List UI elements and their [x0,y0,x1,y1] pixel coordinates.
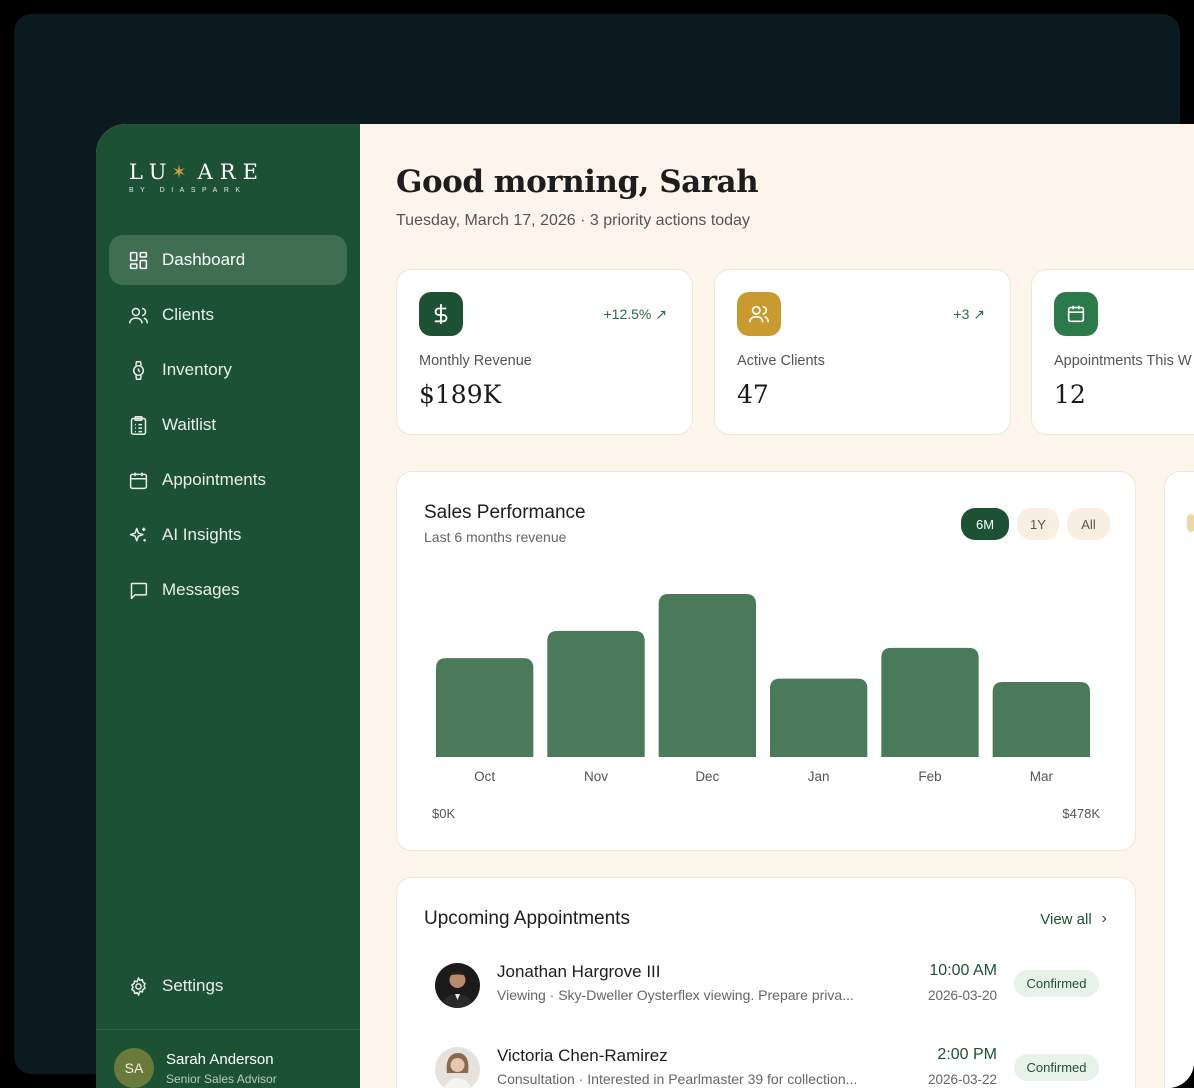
app-window: LU ✶ ARE BY DIASPARK Dashboard Clients I… [96,124,1194,1088]
client-avatar [435,1047,480,1088]
y-min-label: $0K [432,806,455,821]
appointment-description: Viewing · Sky-Dweller Oysterflex viewing… [497,987,854,1003]
stat-value: 12 [1054,380,1086,409]
sidebar-item-label: Settings [162,976,224,995]
page-subtitle: Tuesday, March 17, 2026 · 3 priority act… [396,212,750,229]
calendar-icon [1054,292,1098,336]
chart-bar-mar[interactable] [992,681,1090,757]
sidebar-item-clients[interactable]: Clients [109,290,347,340]
sidebar-item-waitlist[interactable]: Waitlist [109,400,347,450]
appointment-time: 10:00 AM [929,962,997,979]
stat-label: Appointments This W [1054,353,1192,369]
sidebar-item-dashboard[interactable]: Dashboard [109,235,347,285]
sidebar-item-messages[interactable]: Messages [109,565,347,615]
y-max-label: $478K [1062,806,1100,821]
page-title: Good morning, Sarah [396,164,759,200]
dollar-icon [419,292,463,336]
logo-subtitle: BY DIASPARK [129,187,247,194]
upcoming-appointments-card: Upcoming Appointments View all › Jonatha… [396,877,1136,1088]
sidebar-item-label: AI Insights [162,525,242,544]
appointment-date: 2026-03-20 [927,988,997,1003]
stat-trend: +12.5% ↗ [603,306,668,322]
sidebar-nav: Dashboard Clients Inventory Waitlist App… [109,235,347,620]
sidebar-item-label: Waitlist [162,415,217,434]
sparkles-icon [127,524,149,546]
status-badge: Confirmed [1014,1054,1099,1081]
stat-value: $189K [419,380,502,409]
status-badge: Confirmed [1014,970,1099,997]
card-title: Upcoming Appointments [424,908,630,929]
sidebar-item-label: Dashboard [162,250,246,269]
chart-bar-oct[interactable] [436,658,534,757]
view-all-link[interactable]: View all › [1040,910,1107,928]
x-tick-label: Nov [584,769,608,784]
main-content: Good morning, Sarah Tuesday, March 17, 2… [360,124,1194,1088]
sidebar-item-settings[interactable]: Settings [109,961,347,1011]
stat-label: Monthly Revenue [419,353,532,369]
chart-bar-jan[interactable] [770,678,868,757]
sidebar: LU ✶ ARE BY DIASPARK Dashboard Clients I… [96,124,360,1088]
x-tick-label: Feb [918,769,941,784]
sidebar-item-ai-insights[interactable]: AI Insights [109,510,347,560]
stat-card-revenue[interactable]: +12.5% ↗ Monthly Revenue $189K [396,269,693,435]
brand-logo: LU ✶ ARE BY DIASPARK [129,160,265,194]
device-frame: LU ✶ ARE BY DIASPARK Dashboard Clients I… [0,0,1194,1088]
side-panel-accent [1187,514,1194,532]
stat-label: Active Clients [737,353,825,369]
calendar-icon [127,469,149,491]
appointment-date: 2026-03-22 [927,1072,997,1087]
sidebar-item-label: Inventory [162,360,232,379]
sidebar-item-label: Clients [162,305,214,324]
avatar: SA [114,1048,154,1088]
sidebar-item-appointments[interactable]: Appointments [109,455,347,505]
stat-trend: +3 ↗ [953,306,985,322]
appointment-row[interactable]: Jonathan Hargrove III Viewing · Sky-Dwel… [435,960,1099,1010]
appointment-time: 2:00 PM [937,1046,997,1063]
sidebar-item-inventory[interactable]: Inventory [109,345,347,395]
users-icon [737,292,781,336]
sales-performance-card: Sales Performance Last 6 months revenue … [396,471,1136,851]
logo-star-icon: ✶ [171,161,194,183]
logo-text-right: ARE [197,160,265,184]
client-avatar [435,963,480,1008]
chart-bar-dec[interactable] [658,594,756,757]
user-profile[interactable]: SA Sarah Anderson Senior Sales Advisor [114,1048,277,1088]
x-tick-label: Oct [474,769,495,784]
appointment-row[interactable]: Victoria Chen-Ramirez Consultation · Int… [435,1044,1099,1088]
dashboard-icon [127,249,149,271]
x-tick-label: Jan [808,769,830,784]
sidebar-item-label: Messages [162,580,240,599]
sidebar-divider [96,1029,360,1030]
logo-text-left: LU [129,160,174,184]
chevron-right-icon: › [1101,910,1107,927]
user-role: Senior Sales Advisor [166,1071,277,1086]
sidebar-settings: Settings [109,961,347,1016]
sales-bar-chart: $0K $478K Oct Nov Dec Jan Feb Mar [432,594,1100,821]
clipboard-list-icon [127,414,149,436]
users-icon [127,304,149,326]
stat-card-appointments[interactable]: Appointments This W 12 [1031,269,1194,435]
client-name: Jonathan Hargrove III [497,962,661,981]
watch-icon [127,359,149,381]
side-panel-card [1164,471,1194,1088]
chart-bar-nov[interactable] [547,630,645,757]
appointment-description: Consultation · Interested in Pearlmaster… [497,1071,858,1087]
message-icon [127,579,149,601]
user-name: Sarah Anderson [166,1050,274,1068]
stat-card-clients[interactable]: +3 ↗ Active Clients 47 [714,269,1011,435]
gear-icon [127,975,149,997]
client-name: Victoria Chen-Ramirez [497,1046,668,1065]
stat-value: 47 [737,380,769,409]
sidebar-item-label: Appointments [162,470,266,489]
chart-bar-feb[interactable] [881,647,979,757]
view-all-label: View all [1040,910,1092,928]
x-tick-label: Mar [1030,769,1054,784]
x-tick-label: Dec [695,769,719,784]
